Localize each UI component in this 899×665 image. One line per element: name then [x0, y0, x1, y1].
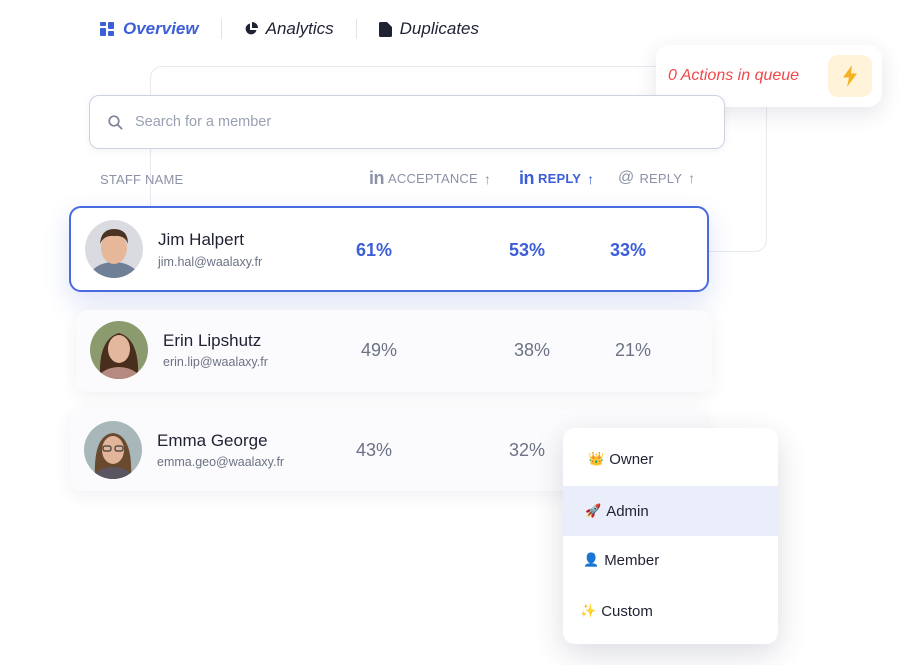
role-option-label: Owner: [609, 450, 654, 468]
column-header-email-reply[interactable]: @ REPLY ↑: [618, 169, 695, 187]
column-header-label: REPLY: [639, 170, 683, 186]
member-name: Erin Lipshutz: [163, 331, 262, 350]
acceptance-rate: 43%: [356, 440, 393, 460]
sort-arrow-icon: ↑: [587, 170, 595, 187]
tab-divider: [220, 19, 222, 39]
sparkles-icon: ✨: [580, 603, 597, 618]
search-input[interactable]: [135, 114, 695, 130]
role-option-custom[interactable]: ✨ Custom: [563, 587, 778, 635]
linkedin-reply-rate: 38%: [514, 340, 551, 360]
column-header-label: REPLY: [538, 171, 582, 186]
queue-label: 0 Actions in queue: [668, 67, 800, 84]
email-reply-rate: 21%: [615, 340, 652, 360]
column-header-staff-name: STAFF NAME: [100, 172, 183, 187]
pie-chart-icon: [245, 22, 258, 35]
table-row[interactable]: Jim Halpert jim.hal@waalaxy.fr 61% 53% 3…: [69, 206, 709, 292]
column-header-label: STAFF NAME: [100, 172, 184, 187]
member-name: Emma George: [157, 431, 268, 450]
member-email: erin.lip@waalaxy.fr: [163, 355, 268, 369]
avatar: [85, 220, 143, 278]
at-sign-icon: @: [618, 169, 635, 186]
member-name: Jim Halpert: [158, 230, 244, 249]
linkedin-icon: in: [369, 168, 385, 188]
email-reply-rate: 33%: [610, 240, 647, 260]
acceptance-rate: 61%: [356, 240, 393, 260]
linkedin-icon: in: [519, 168, 535, 188]
column-header-linkedin-reply[interactable]: in REPLY ↑: [519, 168, 594, 189]
tab-bar: Overview Analytics Duplicates: [100, 14, 479, 44]
table-row[interactable]: Erin Lipshutz erin.lip@waalaxy.fr 49% 38…: [76, 310, 712, 392]
tab-overview[interactable]: Overview: [100, 19, 199, 39]
member-email: jim.hal@waalaxy.fr: [158, 255, 263, 269]
role-dropdown-menu: 👑 Owner 🚀 Admin 👤 Member ✨ Custom: [563, 428, 778, 644]
role-option-label: Admin: [606, 502, 649, 520]
sort-arrow-icon: ↑: [688, 170, 696, 186]
role-option-admin[interactable]: 🚀 Admin: [563, 486, 778, 536]
column-header-label: ACCEPTANCE: [388, 171, 478, 186]
member-search: [89, 95, 725, 149]
grid-icon: [100, 21, 114, 36]
document-icon: [378, 21, 392, 37]
role-option-member[interactable]: 👤 Member: [563, 536, 778, 584]
crown-icon: 👑: [588, 451, 605, 466]
avatar: [90, 321, 148, 379]
rocket-icon: 🚀: [585, 503, 602, 518]
search-icon: [108, 114, 123, 130]
lightning-icon: [828, 55, 872, 97]
tab-duplicates-label: Duplicates: [399, 19, 480, 38]
column-header-acceptance[interactable]: in ACCEPTANCE ↑: [369, 168, 491, 189]
member-email: emma.geo@waalaxy.fr: [157, 455, 285, 469]
tab-overview-label: Overview: [123, 19, 199, 38]
tab-analytics-label: Analytics: [265, 19, 334, 38]
user-icon: 👤: [583, 552, 600, 567]
acceptance-rate: 49%: [361, 340, 398, 360]
tab-divider: [355, 19, 357, 39]
role-option-label: Custom: [601, 602, 653, 620]
avatar: [84, 421, 142, 479]
tab-duplicates[interactable]: Duplicates: [378, 19, 480, 39]
tab-analytics[interactable]: Analytics: [244, 19, 334, 39]
linkedin-reply-rate: 32%: [509, 440, 546, 460]
role-option-owner[interactable]: 👑 Owner: [563, 435, 778, 483]
role-option-label: Member: [604, 551, 660, 569]
linkedin-reply-rate: 53%: [509, 240, 546, 260]
sort-arrow-icon: ↑: [483, 170, 492, 187]
